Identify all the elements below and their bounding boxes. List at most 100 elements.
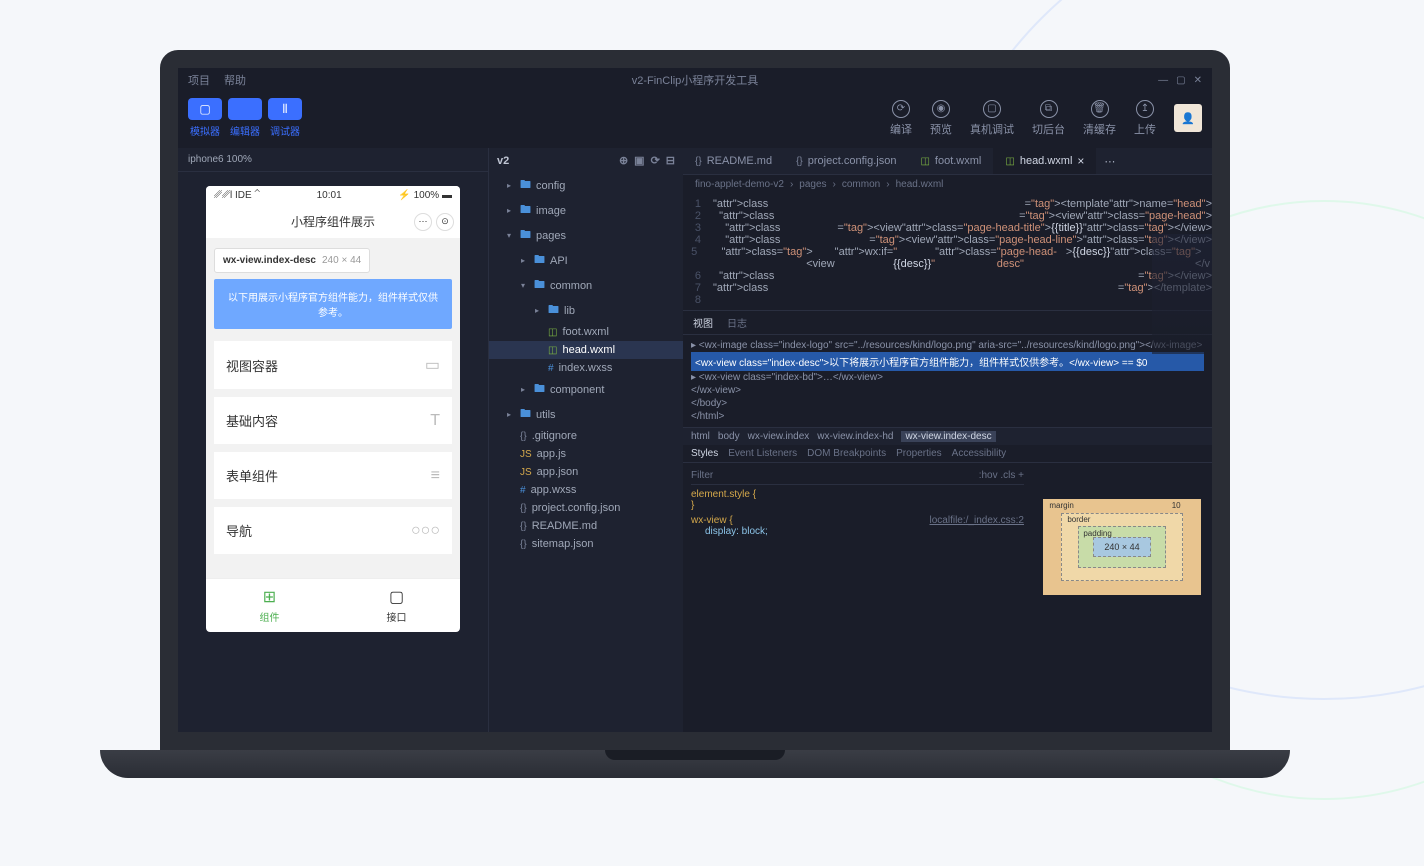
devtools-tab-log[interactable]: 日志 [727,315,747,330]
editor-tab[interactable]: {} README.md [683,149,784,173]
breadcrumb: fino-applet-demo-v2›pages›common›head.wx… [683,175,1212,194]
dom-crumb[interactable]: wx-view.index-desc [901,431,995,442]
refresh-icon[interactable]: ⟳ [651,154,660,167]
devtools-tab-view[interactable]: 视图 [693,315,713,330]
file-icon: ◫ [548,345,557,356]
action-清缓存[interactable]: 🗑 清缓存 [1083,100,1116,137]
window-min-icon[interactable]: — [1158,75,1168,86]
tree-item[interactable]: JSapp.js [489,445,683,463]
file-icon: {} [520,521,527,532]
toolbar: ▢ 模拟器 编辑器 ⫴ 调试器 ⟳ 编译 ◉ 预览 ▢ 真机调试 ⧉ 切后台 [178,92,1212,148]
app-close-icon[interactable]: ⊙ [436,213,454,231]
file-icon: {} [520,431,527,442]
editor-tab[interactable]: ◫ foot.wxml [908,149,993,173]
editor-tab[interactable]: ◫ head.wxml× [993,148,1096,174]
dom-crumb[interactable]: body [718,431,740,442]
action-真机调试[interactable]: ▢ 真机调试 [970,100,1014,137]
file-icon: # [548,363,554,374]
menubar: 项目 帮助 v2-FinClip小程序开发工具 — ▢ ✕ [178,68,1212,92]
tabbar-组件[interactable]: ⊞组件 [206,579,333,632]
minimap[interactable] [1152,234,1212,354]
tree-item[interactable]: ▸🖿utils [489,402,683,427]
styles-filter-actions[interactable]: :hov .cls + [979,470,1024,481]
action-编译[interactable]: ⟳ 编译 [890,100,912,137]
avatar[interactable]: 👤 [1174,104,1202,132]
folder-icon: 🖿 [534,276,545,295]
devtools-panel-tab[interactable]: DOM Breakpoints [807,448,886,459]
tree-item[interactable]: {}project.config.json [489,499,683,517]
folder-icon: 🖿 [520,201,531,220]
app-menu-icon[interactable]: ⋯ [414,213,432,231]
dom-crumb[interactable]: html [691,431,710,442]
list-item[interactable]: 基础内容T [214,397,452,444]
collapse-icon[interactable]: ⊟ [666,154,675,167]
file-icon: ◫ [920,156,929,167]
folder-icon: 🖿 [520,176,531,195]
folder-icon: 🖿 [534,380,545,399]
tab-more-icon[interactable]: ⋯ [1096,155,1123,168]
tree-item[interactable]: ◫foot.wxml [489,323,683,341]
action-预览[interactable]: ◉ 预览 [930,100,952,137]
dom-breadcrumb[interactable]: html body wx-view.index wx-view.index-hd wx-… [683,427,1212,445]
tool-编辑器[interactable]: 编辑器 [228,98,262,138]
laptop-frame: 项目 帮助 v2-FinClip小程序开发工具 — ▢ ✕ ▢ 模拟器 编辑器 … [160,50,1230,778]
ide-window: 项目 帮助 v2-FinClip小程序开发工具 — ▢ ✕ ▢ 模拟器 编辑器 … [178,68,1212,732]
tree-item[interactable]: JSapp.json [489,463,683,481]
tree-item[interactable]: ▸🖿component [489,377,683,402]
file-icon: ◫ [1005,156,1014,167]
list-item[interactable]: 视图容器▭ [214,341,452,389]
tree-item[interactable]: ▾🖿pages [489,223,683,248]
tree-item[interactable]: #app.wxss [489,481,683,499]
file-explorer: v2 ⊕ ▣ ⟳ ⊟ ▸🖿config ▸🖿image ▾🖿pages ▸🖿AP… [488,148,683,732]
dom-crumb[interactable]: wx-view.index [748,431,810,442]
menu-project[interactable]: 项目 [188,72,210,88]
dom-crumb[interactable]: wx-view.index-hd [817,431,893,442]
tree-item[interactable]: ▸🖿image [489,198,683,223]
tool-调试器[interactable]: ⫴ 调试器 [268,98,302,138]
new-file-icon[interactable]: ⊕ [619,154,628,167]
editor-tab[interactable]: {} project.config.json [784,149,908,173]
action-上传[interactable]: ↥ 上传 [1134,100,1156,137]
tree-item[interactable]: ▸🖿API [489,248,683,273]
file-icon: ◫ [548,327,557,338]
close-icon[interactable]: × [1077,154,1084,168]
tabbar-接口[interactable]: ▢接口 [333,579,460,632]
dom-inspector[interactable]: ▸ <wx-image class="index-logo" src="../r… [683,335,1212,427]
new-folder-icon[interactable]: ▣ [634,154,644,167]
tree-item[interactable]: ▾🖿common [489,273,683,298]
simulator-panel: iphone6 100% ␥␥l IDE ⌃ 10:01 ⚡ 100% ▬ 小程… [178,148,488,732]
project-name: v2 [497,155,509,167]
window-title: v2-FinClip小程序开发工具 [632,72,759,88]
code-area[interactable]: 1"attr">class="tag"><template "attr">nam… [683,194,1212,310]
devtools: 视图 日志 ▸ <wx-image class="index-logo" src… [683,310,1212,630]
devtools-panel-tab[interactable]: Styles [691,448,718,459]
simulator-device-label: iphone6 100% [178,148,488,172]
tool-模拟器[interactable]: ▢ 模拟器 [188,98,222,138]
menu-help[interactable]: 帮助 [224,72,246,88]
tree-item[interactable]: {}README.md [489,517,683,535]
file-icon: {} [520,503,527,514]
tree-item[interactable]: ◫head.wxml [489,341,683,359]
status-time: 10:01 [317,190,342,201]
highlighted-element[interactable]: 以下用展示小程序官方组件能力，组件样式仅供参考。 [214,279,452,329]
action-切后台[interactable]: ⧉ 切后台 [1032,100,1065,137]
file-icon: JS [520,467,532,478]
tree-item[interactable]: {}.gitignore [489,427,683,445]
file-icon: JS [520,449,532,460]
simulator-device: ␥␥l IDE ⌃ 10:01 ⚡ 100% ▬ 小程序组件展示 ⋯ ⊙ [206,186,460,632]
tree-item[interactable]: ▸🖿config [489,173,683,198]
window-max-icon[interactable]: ▢ [1176,75,1185,86]
devtools-panel-tab[interactable]: Accessibility [952,448,1006,459]
devtools-panel-tab[interactable]: Properties [896,448,942,459]
devtools-panel-tab[interactable]: Event Listeners [728,448,797,459]
app-title: 小程序组件展示 [291,213,375,230]
tree-item[interactable]: #index.wxss [489,359,683,377]
tree-item[interactable]: {}sitemap.json [489,535,683,553]
file-icon: {} [695,156,702,167]
styles-filter-input[interactable]: Filter [691,470,713,481]
styles-panel[interactable]: Filter :hov .cls + element.style {}</spa… [683,463,1032,630]
list-item[interactable]: 表单组件≡ [214,452,452,499]
tree-item[interactable]: ▸🖿lib [489,298,683,323]
window-close-icon[interactable]: ✕ [1194,75,1202,86]
list-item[interactable]: 导航○○○ [214,507,452,554]
